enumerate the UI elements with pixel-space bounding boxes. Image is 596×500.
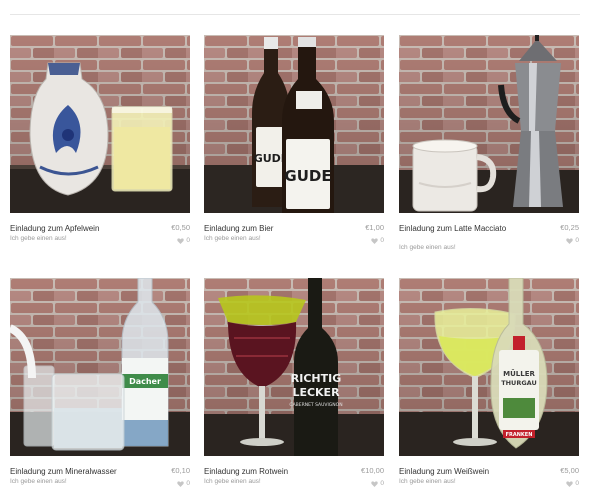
product-image-apfelwein[interactable] bbox=[10, 35, 190, 213]
product-title[interactable]: Einladung zum Apfelwein bbox=[10, 224, 140, 234]
product-image-mineralwasser[interactable]: Dacher bbox=[10, 278, 190, 456]
product-title[interactable]: Einladung zum Latte Macciato bbox=[399, 224, 519, 234]
product-title[interactable]: Einladung zum Mineralwasser bbox=[10, 467, 140, 477]
product-card-apfelwein[interactable]: Einladung zum Apfelwein Ich gebe einen a… bbox=[10, 35, 190, 255]
like-counter[interactable]: 0 bbox=[566, 237, 579, 244]
product-price: €0,50 bbox=[171, 223, 190, 232]
product-title[interactable]: Einladung zum Rotwein bbox=[204, 467, 334, 477]
product-card-bier[interactable]: GUDE GUDE Einladung zum Bier Ich gebe ei… bbox=[204, 35, 384, 255]
like-count: 0 bbox=[186, 480, 190, 487]
like-count: 0 bbox=[575, 480, 579, 487]
product-card-mineralwasser[interactable]: Dacher Einladung zum Mineralwasser Ich g… bbox=[10, 278, 190, 493]
heart-icon[interactable] bbox=[566, 480, 574, 487]
svg-text:LECKER: LECKER bbox=[292, 386, 340, 399]
product-image-weisswein[interactable]: MÜLLER THURGAU FRANKEN bbox=[399, 278, 579, 456]
product-subtitle: Ich gebe einen aus! bbox=[399, 244, 456, 251]
product-image-latte-macciato[interactable] bbox=[399, 35, 579, 213]
like-counter[interactable]: 0 bbox=[177, 237, 190, 244]
svg-text:THURGAU: THURGAU bbox=[501, 379, 537, 387]
svg-text:Dacher: Dacher bbox=[129, 377, 161, 386]
product-price: €5,00 bbox=[560, 466, 579, 475]
like-count: 0 bbox=[186, 237, 190, 244]
like-count: 0 bbox=[380, 480, 384, 487]
product-subtitle: Ich gebe einen aus! bbox=[204, 235, 261, 242]
like-count: 0 bbox=[575, 237, 579, 244]
product-card-rotwein[interactable]: RICHTIG LECKER CABERNET SAUVIGNON Einlad… bbox=[204, 278, 384, 493]
svg-text:CABERNET SAUVIGNON: CABERNET SAUVIGNON bbox=[289, 402, 342, 408]
product-price: €0,10 bbox=[171, 466, 190, 475]
product-image-bier[interactable]: GUDE GUDE bbox=[204, 35, 384, 213]
svg-text:FRANKEN: FRANKEN bbox=[506, 432, 533, 438]
like-counter[interactable]: 0 bbox=[371, 237, 384, 244]
product-image-rotwein[interactable]: RICHTIG LECKER CABERNET SAUVIGNON bbox=[204, 278, 384, 456]
product-price: €1,00 bbox=[365, 223, 384, 232]
svg-text:MÜLLER: MÜLLER bbox=[503, 369, 535, 378]
product-subtitle: Ich gebe einen aus! bbox=[204, 478, 261, 485]
product-subtitle: Ich gebe einen aus! bbox=[10, 235, 67, 242]
heart-icon[interactable] bbox=[371, 237, 379, 244]
svg-text:GUDE: GUDE bbox=[284, 167, 331, 185]
like-count: 0 bbox=[380, 237, 384, 244]
product-card-weisswein[interactable]: MÜLLER THURGAU FRANKEN Einladung zum Wei… bbox=[399, 278, 579, 493]
like-counter[interactable]: 0 bbox=[177, 480, 190, 487]
heart-icon[interactable] bbox=[566, 237, 574, 244]
product-card-latte-macciato[interactable]: Einladung zum Latte Macciato Ich gebe ei… bbox=[399, 35, 579, 255]
heart-icon[interactable] bbox=[177, 480, 185, 487]
product-price: €10,00 bbox=[361, 466, 384, 475]
svg-text:RICHTIG: RICHTIG bbox=[291, 372, 341, 385]
heart-icon[interactable] bbox=[371, 480, 379, 487]
like-counter[interactable]: 0 bbox=[371, 480, 384, 487]
product-title[interactable]: Einladung zum Bier bbox=[204, 224, 334, 234]
heart-icon[interactable] bbox=[177, 237, 185, 244]
like-counter[interactable]: 0 bbox=[566, 480, 579, 487]
product-subtitle: Ich gebe einen aus! bbox=[399, 478, 456, 485]
product-price: €0,25 bbox=[560, 223, 579, 232]
top-divider bbox=[10, 14, 580, 15]
product-subtitle: Ich gebe einen aus! bbox=[10, 478, 67, 485]
product-title[interactable]: Einladung zum Weißwein bbox=[399, 467, 529, 477]
